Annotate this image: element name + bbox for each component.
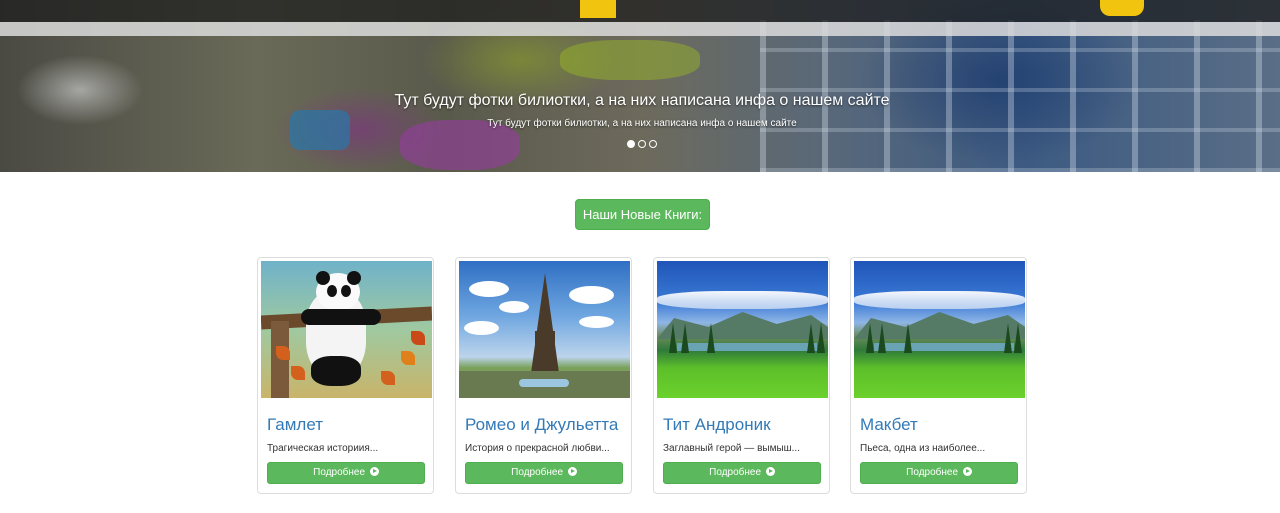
arrow-right-icon	[962, 467, 972, 476]
carousel-indicator[interactable]	[649, 140, 657, 148]
carousel-indicator[interactable]	[627, 140, 635, 148]
arrow-right-icon	[369, 467, 379, 476]
book-title[interactable]: Гамлет	[267, 415, 323, 435]
book-description: Заглавный герой — вымыш...	[663, 443, 800, 454]
hero-carousel[interactable]: Тут будут фотки билиотки, а на них напис…	[0, 0, 1280, 172]
details-button-label: Подробнее	[906, 467, 959, 478]
hero-background-shape	[560, 40, 700, 80]
arrow-right-icon	[567, 467, 577, 476]
book-card: Тит Андроник Заглавный герой — вымыш... …	[653, 257, 830, 494]
new-books-button[interactable]: Наши Новые Книги:	[575, 199, 710, 230]
book-thumbnail-eiffel-tower[interactable]	[459, 261, 630, 398]
book-thumbnail-meadow[interactable]	[854, 261, 1025, 398]
book-card: Гамлет Трагическая историия... Подробнее	[257, 257, 434, 494]
hero-top-overlay	[0, 0, 1280, 22]
book-description: Пьеса, одна из наиболее...	[860, 443, 986, 454]
details-button[interactable]: Подробнее	[663, 462, 821, 484]
hero-background-shape	[290, 110, 350, 150]
hero-band	[0, 22, 1280, 36]
details-button[interactable]: Подробнее	[860, 462, 1018, 484]
book-title[interactable]: Ромео и Джульетта	[465, 415, 618, 435]
book-card: Ромео и Джульетта История о прекрасной л…	[455, 257, 632, 494]
details-button-label: Подробнее	[709, 467, 762, 478]
book-title[interactable]: Макбет	[860, 415, 918, 435]
logo-accent	[580, 0, 616, 18]
details-button[interactable]: Подробнее	[267, 462, 425, 484]
carousel-caption-title: Тут будут фотки билиотки, а на них напис…	[394, 92, 890, 109]
arrow-right-icon	[765, 467, 775, 476]
carousel-indicator[interactable]	[638, 140, 646, 148]
details-button-label: Подробнее	[511, 467, 564, 478]
carousel-caption-subtitle: Тут будут фотки билиотки, а на них напис…	[487, 118, 797, 129]
book-description: Трагическая историия...	[267, 443, 379, 454]
book-title[interactable]: Тит Андроник	[663, 415, 771, 435]
carousel-indicators	[627, 140, 657, 148]
book-thumbnail-panda[interactable]	[261, 261, 432, 398]
book-thumbnail-meadow[interactable]	[657, 261, 828, 398]
logo-accent	[1100, 0, 1144, 16]
details-button-label: Подробнее	[313, 467, 366, 478]
details-button[interactable]: Подробнее	[465, 462, 623, 484]
book-card: Макбет Пьеса, одна из наиболее... Подроб…	[850, 257, 1027, 494]
book-description: История о прекрасной любви...	[465, 443, 610, 454]
